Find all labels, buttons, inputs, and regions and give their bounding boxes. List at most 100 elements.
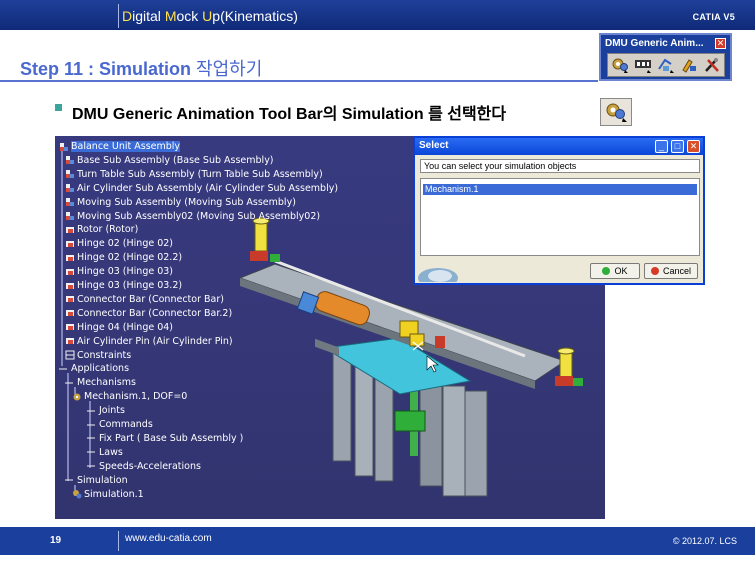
branch-icon	[87, 433, 97, 443]
assembly-icon	[65, 169, 75, 179]
toolbar-title: DMU Generic Anim...	[605, 38, 704, 49]
tree-node[interactable]: Laws	[87, 446, 123, 459]
dialog-decorative-art	[418, 268, 458, 282]
tree-node[interactable]: Connector Bar (Connector Bar)	[65, 293, 224, 306]
assembly-icon	[65, 197, 75, 207]
part-icon	[65, 225, 75, 235]
part-icon	[65, 336, 75, 346]
ok-button[interactable]: OK	[590, 263, 640, 279]
dialog-title: Select	[419, 140, 449, 151]
part-icon	[65, 322, 75, 332]
tree-node-label: Constraints	[77, 349, 132, 361]
tree-node[interactable]: Speeds-Accelerations	[87, 460, 201, 473]
part-icon	[65, 294, 75, 304]
assembly-icon	[65, 211, 75, 221]
tree-node-label: Rotor (Rotor)	[77, 224, 139, 236]
tree-node[interactable]: Rotor (Rotor)	[65, 223, 138, 236]
tools-icon[interactable]	[702, 56, 722, 74]
part-icon	[65, 308, 75, 318]
tree-node-label: Turn Table Sub Assembly (Turn Table Sub …	[77, 168, 323, 180]
assembly-icon	[59, 142, 69, 152]
simulation-objects-list[interactable]: Mechanism.1	[420, 178, 700, 256]
constraints-icon	[65, 350, 75, 360]
tree-node-label: Air Cylinder Pin (Air Cylinder Pin)	[77, 335, 233, 347]
part-icon	[65, 239, 75, 249]
cancel-icon	[650, 267, 659, 275]
tree-node[interactable]: Hinge 02 (Hinge 02)	[65, 237, 173, 250]
simulation-icon	[72, 489, 82, 499]
tree-node[interactable]: Hinge 04 (Hinge 04)	[65, 321, 173, 334]
edit-sequence-icon[interactable]	[679, 56, 699, 74]
tree-node-label: Hinge 03 (Hinge 03.2)	[77, 280, 183, 291]
tree-node-label: Balance Unit Assembly	[71, 141, 181, 152]
tree-node-label: Moving Sub Assembly02 (Moving Sub Assemb…	[77, 210, 321, 222]
toolbar-body	[607, 53, 725, 77]
player-icon[interactable]	[633, 56, 653, 74]
tree-node[interactable]: Mechanism.1, DOF=0	[72, 390, 187, 403]
branch-icon	[87, 461, 97, 471]
branch-icon	[87, 447, 97, 457]
tree-node-label: Hinge 03 (Hinge 03)	[77, 266, 174, 278]
cancel-button[interactable]: Cancel	[644, 263, 698, 279]
title-underline	[0, 80, 598, 82]
simulation-trace-icon[interactable]	[656, 56, 676, 74]
tree-node[interactable]: Simulation	[65, 474, 128, 487]
tree-node[interactable]: Connector Bar (Connector Bar.2)	[65, 307, 232, 320]
branch-icon	[59, 364, 69, 374]
toolbar-close-button[interactable]: ✕	[715, 38, 726, 49]
tree-node-label: Joints	[99, 405, 125, 417]
dialog-titlebar[interactable]: Select _ □ ✕	[415, 138, 703, 155]
list-item[interactable]: Mechanism.1	[423, 184, 697, 195]
tree-node[interactable]: Air Cylinder Pin (Air Cylinder Pin)	[65, 335, 233, 348]
close-button[interactable]: ✕	[687, 140, 700, 153]
branch-icon	[87, 420, 97, 430]
branch-icon	[65, 475, 75, 485]
tree-node-label: Simulation	[77, 474, 128, 486]
tree-node[interactable]: Hinge 03 (Hinge 03.2)	[65, 279, 182, 292]
tree-node-label: Connector Bar (Connector Bar)	[77, 293, 224, 305]
tree-node-label: Base Sub Assembly (Base Sub Assembly)	[77, 154, 274, 166]
copyright: © 2012.07. LCS	[672, 536, 737, 546]
tree-node[interactable]: Joints	[87, 404, 125, 417]
tree-node[interactable]: Moving Sub Assembly (Moving Sub Assembly…	[65, 196, 296, 209]
branch-icon	[87, 406, 97, 416]
branch-icon	[65, 378, 75, 388]
tree-node-label: Hinge 04 (Hinge 04)	[77, 321, 174, 333]
tree-node[interactable]: Mechanisms	[65, 376, 136, 389]
footer-url: www.edu-catia.com	[125, 533, 212, 544]
tree-node[interactable]: Applications	[59, 362, 129, 375]
tree-node[interactable]: Turn Table Sub Assembly (Turn Table Sub …	[65, 168, 323, 181]
part-icon	[65, 267, 75, 277]
maximize-button[interactable]: □	[671, 140, 684, 153]
tree-node[interactable]: Constraints	[65, 349, 131, 362]
tree-node-label: Simulation.1	[84, 488, 144, 500]
simulation-icon[interactable]	[610, 56, 630, 74]
tree-node[interactable]: Hinge 02 (Hinge 02.2)	[65, 251, 182, 264]
step-title: Step 11 : Simulation 작업하기	[20, 59, 263, 79]
select-dialog[interactable]: Select _ □ ✕ You can select your simulat…	[413, 136, 705, 285]
tree-node[interactable]: Moving Sub Assembly02 (Moving Sub Assemb…	[65, 210, 320, 223]
header-title: Digital Mock Up(Kinematics)	[122, 8, 298, 24]
specification-tree[interactable]: Balance Unit Assembly Base Sub Assembly (…	[55, 136, 375, 519]
simulation-icon	[600, 98, 632, 126]
footer-divider	[118, 531, 119, 551]
assembly-icon	[65, 183, 75, 193]
tree-node[interactable]: Simulation.1	[72, 488, 144, 501]
tree-node[interactable]: Hinge 03 (Hinge 03)	[65, 265, 173, 278]
minimize-button[interactable]: _	[655, 140, 668, 153]
tree-node[interactable]: Fix Part ( Base Sub Assembly )	[87, 432, 243, 445]
tree-node[interactable]: Air Cylinder Sub Assembly (Air Cylinder …	[65, 182, 338, 195]
dmu-generic-animation-toolbar[interactable]: DMU Generic Anim... ✕	[599, 33, 732, 81]
instruction-text: DMU Generic Animation Tool Bar의 Simulati…	[72, 106, 507, 123]
tree-node-label: Fix Part ( Base Sub Assembly )	[99, 432, 244, 444]
page-number: 19	[50, 535, 62, 546]
tree-node-label: Moving Sub Assembly (Moving Sub Assembly…	[77, 196, 296, 208]
tree-node[interactable]: Commands	[87, 418, 153, 431]
header-product-label: CATIA V5	[692, 12, 735, 22]
assembly-icon	[65, 155, 75, 165]
tree-node[interactable]: Balance Unit Assembly	[59, 140, 181, 153]
part-icon	[65, 281, 75, 291]
ok-icon	[602, 267, 611, 275]
bullet-marker	[55, 104, 62, 111]
tree-node[interactable]: Base Sub Assembly (Base Sub Assembly)	[65, 154, 274, 167]
